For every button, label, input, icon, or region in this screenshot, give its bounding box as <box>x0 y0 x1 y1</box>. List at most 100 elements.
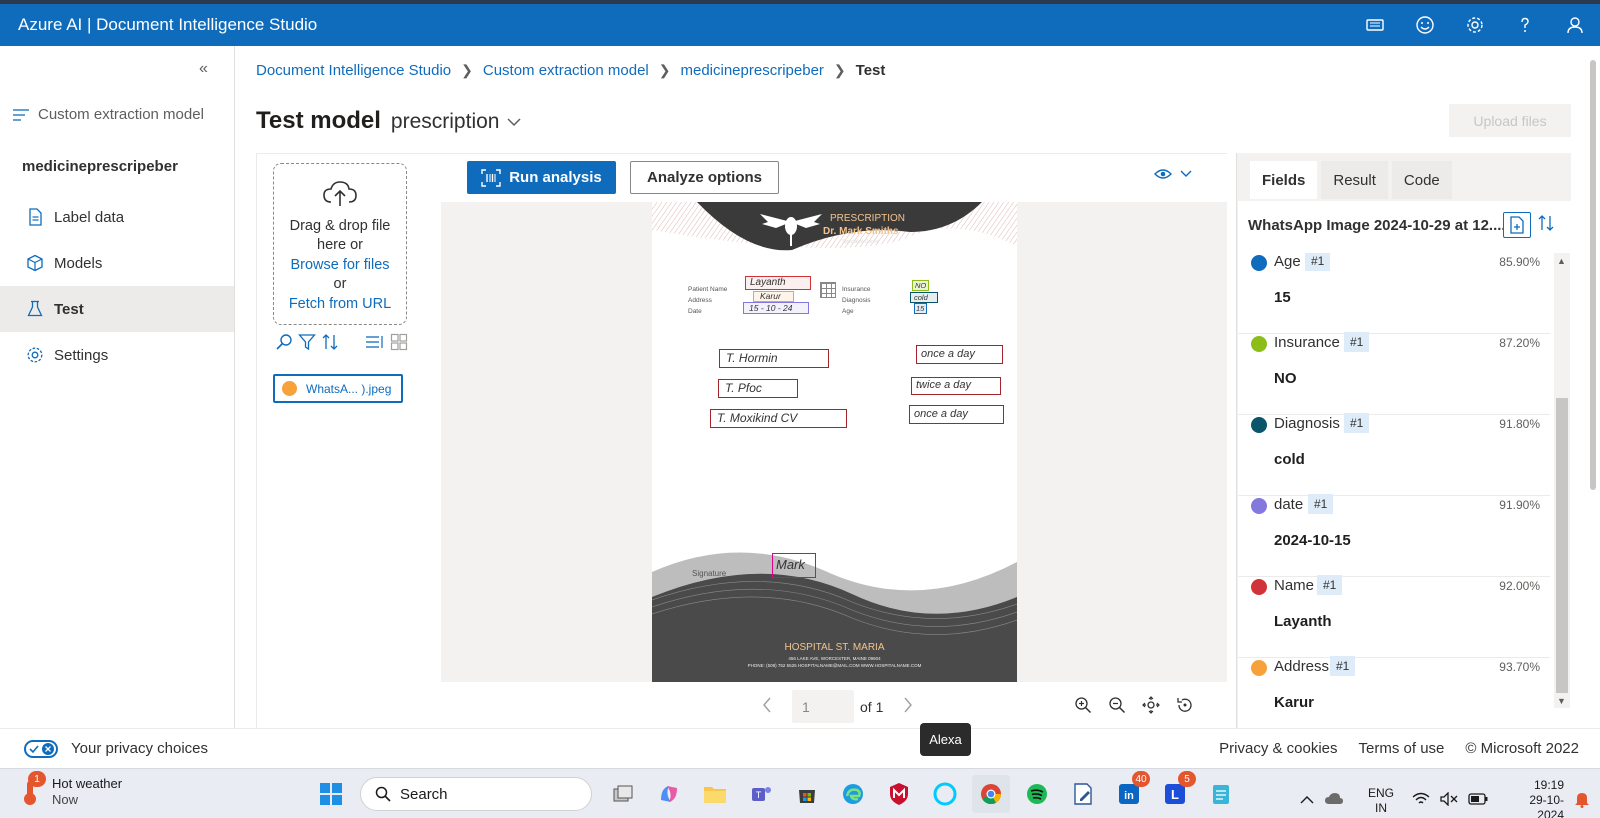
sidebar-section-header[interactable]: Custom extraction model <box>12 106 204 123</box>
weather-widget[interactable]: 1 Hot weather Now <box>18 771 122 808</box>
field-row-name[interactable]: Name #1 92.00% Layanth <box>1238 575 1550 658</box>
page-number-input[interactable]: 1 <box>792 690 854 723</box>
zoom-out-icon[interactable] <box>1108 696 1126 714</box>
keyboard-icon[interactable] <box>1350 4 1400 46</box>
language-code: ENG <box>1368 785 1395 800</box>
scroll-down-icon[interactable]: ▼ <box>1557 696 1566 706</box>
field-name: Age <box>1274 253 1301 270</box>
run-analysis-label: Run analysis <box>509 169 602 186</box>
system-tray: ENG IN 19:19 29-10-2024 <box>1300 778 1600 818</box>
task-view-icon[interactable] <box>604 775 642 813</box>
page-scrollbar-thumb[interactable] <box>1590 60 1596 490</box>
fields-scrollbar[interactable]: ▲ ▼ <box>1554 253 1570 708</box>
sort-fields-icon[interactable] <box>1537 214 1555 237</box>
l-app-icon[interactable]: L5 <box>1156 771 1196 813</box>
wifi-icon[interactable] <box>1412 792 1440 809</box>
collapse-sidebar-icon[interactable]: « <box>199 60 208 78</box>
battery-icon[interactable] <box>1468 793 1498 808</box>
notepad-edit-icon[interactable] <box>1064 775 1102 813</box>
rotate-icon[interactable] <box>1176 696 1194 714</box>
zoom-in-icon[interactable] <box>1074 696 1092 714</box>
filter-icon[interactable] <box>298 333 316 351</box>
next-page-icon[interactable] <box>903 697 913 716</box>
field-row-age[interactable]: Age #1 85.90% 15 <box>1238 253 1550 334</box>
windows-start-icon[interactable] <box>312 775 350 813</box>
fit-to-window-icon[interactable] <box>1142 696 1160 714</box>
microsoft-store-icon[interactable] <box>788 775 826 813</box>
clock-date: 29-10-2024 <box>1529 793 1564 818</box>
privacy-toggle-icon[interactable] <box>24 739 58 758</box>
tab-result[interactable]: Result <box>1321 161 1388 199</box>
spotify-icon[interactable] <box>1018 775 1056 813</box>
model-dropdown[interactable]: prescription <box>391 110 522 134</box>
grid-view-icon[interactable] <box>390 333 408 351</box>
privacy-cookies-link[interactable]: Privacy & cookies <box>1219 740 1337 757</box>
field-row-address[interactable]: Address #1 93.70% Karur <box>1238 656 1550 728</box>
privacy-choices[interactable]: Your privacy choices <box>24 739 1219 758</box>
breadcrumb-custom-model-link[interactable]: Custom extraction model <box>483 62 649 79</box>
doc-header-title: PRESCRIPTION <box>830 213 906 224</box>
browse-files-link[interactable]: Browse for files <box>274 256 406 276</box>
alexa-icon[interactable] <box>926 775 964 813</box>
breadcrumb-project-link[interactable]: medicineprescripeber <box>681 62 824 79</box>
add-document-icon[interactable] <box>1503 212 1531 238</box>
chrome-icon[interactable] <box>972 775 1010 813</box>
notepad-icon[interactable] <box>1202 775 1240 813</box>
notification-bell-icon[interactable] <box>1574 790 1600 811</box>
field-confidence: 93.70% <box>1499 660 1540 674</box>
field-confidence: 92.00% <box>1499 579 1540 593</box>
feedback-smiley-icon[interactable] <box>1400 4 1450 46</box>
sidebar-item-label: Label data <box>54 208 125 226</box>
mcafee-icon[interactable] <box>880 775 918 813</box>
taskbar-search[interactable]: Search <box>360 777 592 811</box>
upload-files-button[interactable]: Upload files <box>1449 104 1571 137</box>
svg-text:L: L <box>1171 787 1179 802</box>
fetch-from-url-link[interactable]: Fetch from URL <box>274 295 406 315</box>
search-icon[interactable] <box>275 333 293 351</box>
tab-fields[interactable]: Fields <box>1250 161 1318 199</box>
copilot-icon[interactable] <box>650 775 688 813</box>
run-analysis-button[interactable]: Run analysis <box>467 161 616 194</box>
field-row-insurance[interactable]: Insurance #1 87.20% NO <box>1238 332 1550 415</box>
scrollbar-thumb[interactable] <box>1556 398 1568 693</box>
edge-browser-icon[interactable] <box>834 775 872 813</box>
teams-icon[interactable]: T <box>742 775 780 813</box>
sidebar-item-test[interactable]: Test <box>0 286 234 332</box>
field-row-date[interactable]: date #1 91.90% 2024-10-15 <box>1238 494 1550 577</box>
page-scrollbar[interactable] <box>1588 50 1598 728</box>
chevron-up-icon[interactable] <box>1300 794 1324 808</box>
flask-icon <box>27 300 43 317</box>
doc-field-diagnosis: cold <box>910 292 938 303</box>
file-drop-zone[interactable]: Drag & drop file here or Browse for file… <box>273 163 407 325</box>
account-icon[interactable] <box>1550 4 1600 46</box>
previous-page-icon[interactable] <box>762 697 772 716</box>
sidebar-item-settings[interactable]: Settings <box>0 332 234 378</box>
sort-icon[interactable] <box>321 333 339 351</box>
language-indicator[interactable]: ENG IN <box>1368 786 1394 816</box>
terms-of-use-link[interactable]: Terms of use <box>1359 740 1445 757</box>
sidebar-section-label: Custom extraction model <box>38 106 204 123</box>
onedrive-cloud-icon[interactable] <box>1324 792 1354 809</box>
linkedin-icon[interactable]: in 40 <box>1110 771 1150 813</box>
file-list-item[interactable]: WhatsA... ).jpeg <box>273 374 403 403</box>
tab-code[interactable]: Code <box>1391 161 1452 199</box>
visibility-toggle[interactable] <box>1154 168 1200 180</box>
doc-footer-contact: PHONE: (508) 752 5525 HOSPITALNAME@MAIL.… <box>747 663 922 668</box>
sidebar-item-label: Settings <box>54 346 109 364</box>
clock[interactable]: 19:19 29-10-2024 <box>1512 778 1564 818</box>
field-confidence: 91.90% <box>1499 498 1540 512</box>
field-value: Karur <box>1274 694 1315 711</box>
analyze-options-button[interactable]: Analyze options <box>630 161 779 194</box>
list-view-icon[interactable] <box>365 333 385 351</box>
file-explorer-icon[interactable] <box>696 775 734 813</box>
field-row-diagnosis[interactable]: Diagnosis #1 91.80% cold <box>1238 413 1550 496</box>
volume-muted-icon[interactable] <box>1440 791 1468 809</box>
scroll-up-icon[interactable]: ▲ <box>1557 256 1566 266</box>
field-color-dot <box>1251 660 1267 676</box>
sidebar-item-models[interactable]: Models <box>0 240 234 286</box>
doc-signature: Mark <box>772 553 816 578</box>
sidebar-item-label-data[interactable]: Label data <box>0 194 234 240</box>
settings-gear-icon[interactable] <box>1450 4 1500 46</box>
help-icon[interactable] <box>1500 4 1550 46</box>
breadcrumb-studio-link[interactable]: Document Intelligence Studio <box>256 62 451 79</box>
